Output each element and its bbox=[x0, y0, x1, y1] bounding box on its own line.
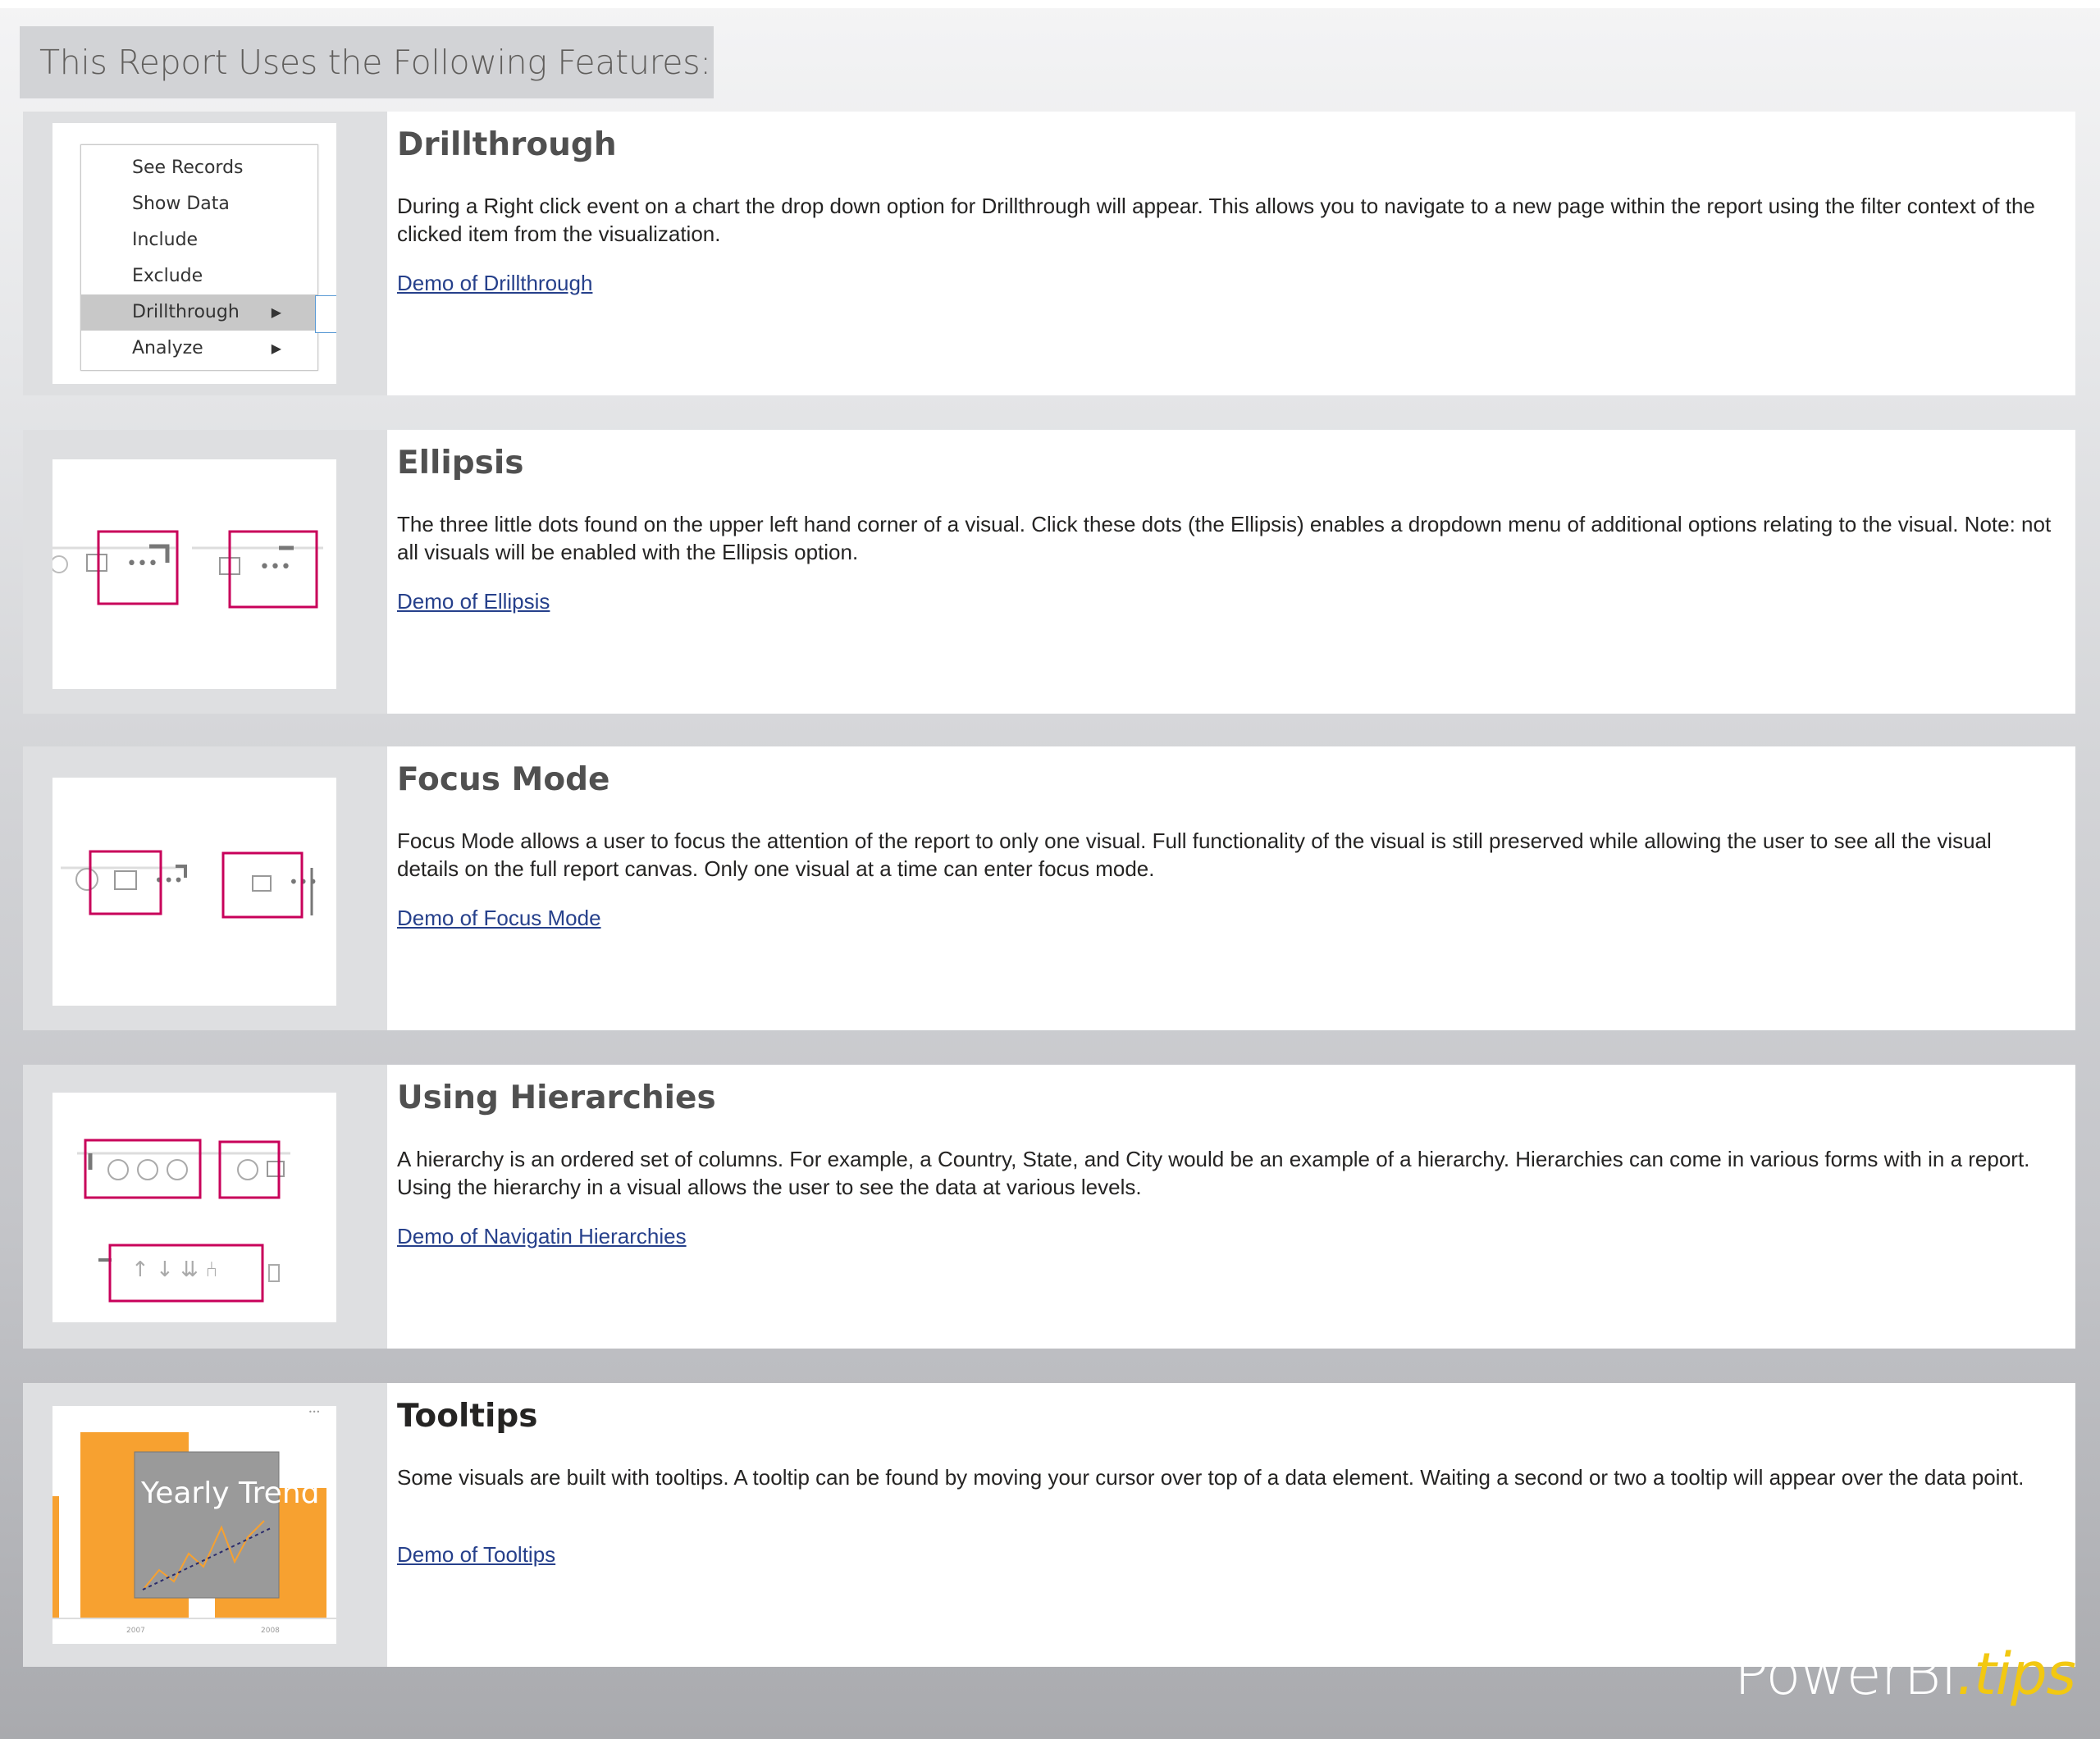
demo-link-tooltips[interactable]: Demo of Tooltips bbox=[397, 1542, 555, 1568]
feature-description: Some visuals are built with tooltips. A … bbox=[397, 1465, 2025, 1490]
thumb-gap bbox=[149, 369, 190, 384]
svg-text:•••: ••• bbox=[154, 870, 183, 890]
ellipsis-thumbnail: ••• ••• bbox=[52, 459, 336, 689]
page-title-bar: This Report Uses the Following Features: bbox=[20, 26, 714, 98]
focus-mode-thumbnail: ••• ••• bbox=[52, 778, 336, 1006]
svg-text:↑ ↓ ⇊ ⑃: ↑ ↓ ⇊ ⑃ bbox=[131, 1257, 218, 1282]
menu-item-show-data[interactable]: Show Data bbox=[81, 186, 317, 222]
feature-content: Tooltips Some visuals are built with too… bbox=[387, 1383, 2075, 1667]
feature-row-hierarchies: ↑ ↓ ⇊ ⑃ Using Hierarchies A hierarchy is… bbox=[23, 1065, 2075, 1349]
demo-link-focus-mode[interactable]: Demo of Focus Mode bbox=[397, 906, 601, 931]
context-menu: See Records Show Data Include Exclude Dr… bbox=[80, 144, 318, 371]
feature-content: Drillthrough During a Right click event … bbox=[387, 112, 2075, 395]
feature-content: Focus Mode Focus Mode allows a user to f… bbox=[387, 746, 2075, 1030]
feature-heading: Tooltips bbox=[397, 1398, 538, 1435]
thumb-gap bbox=[149, 123, 190, 143]
page-title: This Report Uses the Following Features: bbox=[39, 43, 711, 82]
feature-description: The three little dots found on the upper… bbox=[397, 512, 2052, 564]
feature-heading: Drillthrough bbox=[397, 126, 617, 163]
menu-item-include[interactable]: Include bbox=[81, 222, 317, 258]
feature-content: Ellipsis The three little dots found on … bbox=[387, 430, 2075, 714]
hierarchies-illustration: ↑ ↓ ⇊ ⑃ bbox=[77, 1139, 290, 1303]
feature-content: Using Hierarchies A hierarchy is an orde… bbox=[387, 1065, 2075, 1349]
thumbnail-panel: ↑ ↓ ⇊ ⑃ bbox=[23, 1065, 387, 1349]
feature-row-tooltips: ••• Yearly Trend 2007 2008 Tooltips Some… bbox=[23, 1383, 2075, 1667]
axis-label-2008: 2008 bbox=[261, 1627, 280, 1635]
logo-main: PowerBI bbox=[1733, 1641, 1957, 1708]
tooltips-thumbnail: ••• Yearly Trend 2007 2008 bbox=[52, 1406, 336, 1644]
feature-description: A hierarchy is an ordered set of columns… bbox=[397, 1147, 2030, 1199]
svg-text:•••: ••• bbox=[289, 872, 317, 892]
feature-row-ellipsis: ••• ••• Ellipsis The three little dots f… bbox=[23, 430, 2075, 714]
menu-item-drillthrough-label: Drillthrough bbox=[132, 302, 240, 322]
tooltip-title: Yearly Trend bbox=[140, 1477, 320, 1510]
feature-row-drillthrough: See Records Show Data Include Exclude Dr… bbox=[23, 112, 2075, 395]
feature-description: During a Right click event on a chart th… bbox=[397, 194, 2035, 246]
logo-accent: .tips bbox=[1956, 1641, 2076, 1708]
thumbnail-panel: ••• ••• bbox=[23, 746, 387, 1030]
menu-item-analyze[interactable]: Analyze ▶ bbox=[81, 331, 317, 367]
axis-label-2007: 2007 bbox=[126, 1627, 145, 1635]
hierarchies-thumbnail: ↑ ↓ ⇊ ⑃ bbox=[52, 1093, 336, 1322]
thumbnail-panel: See Records Show Data Include Exclude Dr… bbox=[23, 112, 387, 395]
feature-heading: Ellipsis bbox=[397, 445, 524, 482]
menu-item-exclude[interactable]: Exclude bbox=[81, 258, 317, 294]
demo-link-hierarchies[interactable]: Demo of Navigatin Hierarchies bbox=[397, 1224, 687, 1249]
svg-text:•••: ••• bbox=[308, 1408, 320, 1416]
thumbnail-panel: ••• Yearly Trend 2007 2008 bbox=[23, 1383, 387, 1667]
feature-description: Focus Mode allows a user to focus the at… bbox=[397, 828, 1992, 881]
tooltips-illustration: ••• Yearly Trend 2007 2008 bbox=[52, 1406, 336, 1644]
feature-row-focus-mode: ••• ••• Focus Mode Focus Mode allows a u… bbox=[23, 746, 2075, 1030]
top-border bbox=[0, 0, 2100, 8]
feature-heading: Focus Mode bbox=[397, 761, 610, 798]
menu-item-drillthrough[interactable]: Drillthrough ▶ bbox=[81, 294, 317, 331]
menu-item-analyze-label: Analyze bbox=[132, 338, 203, 358]
drillthrough-thumbnail: See Records Show Data Include Exclude Dr… bbox=[52, 123, 336, 384]
demo-link-drillthrough[interactable]: Demo of Drillthrough bbox=[397, 271, 592, 296]
submenu-arrow-icon: ▶ bbox=[271, 304, 281, 320]
svg-text:•••: ••• bbox=[259, 557, 291, 577]
powerbi-tips-logo: PowerBI.tips bbox=[1733, 1641, 2076, 1708]
ellipsis-illustration: ••• ••• bbox=[52, 530, 323, 609]
thumbnail-panel: ••• ••• bbox=[23, 430, 387, 714]
focus-mode-illustration: ••• ••• bbox=[61, 850, 317, 919]
submenu-arrow-icon: ▶ bbox=[271, 340, 281, 356]
menu-item-see-records[interactable]: See Records bbox=[81, 150, 317, 186]
submenu-stub bbox=[315, 295, 336, 333]
demo-link-ellipsis[interactable]: Demo of Ellipsis bbox=[397, 589, 550, 614]
feature-heading: Using Hierarchies bbox=[397, 1079, 716, 1116]
svg-text:•••: ••• bbox=[126, 554, 158, 574]
